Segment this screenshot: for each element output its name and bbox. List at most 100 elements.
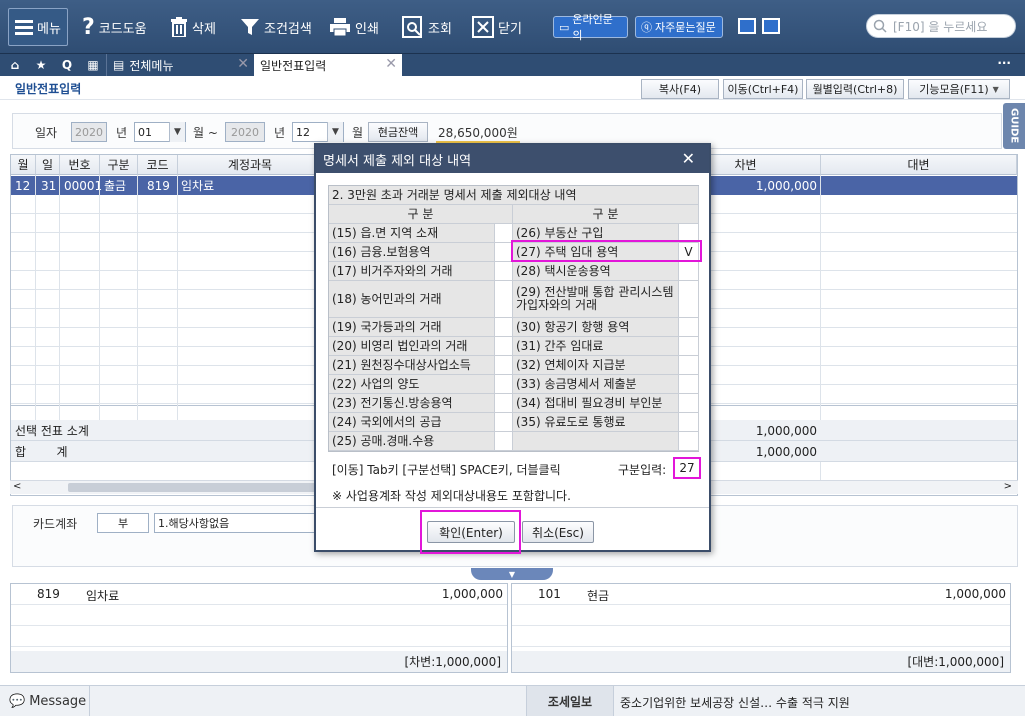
exclusion-item-left[interactable]: (22) 사업의 양도 (329, 375, 495, 394)
exclusion-item-left[interactable]: (17) 비거주자와의 거래 (329, 262, 495, 281)
exclusion-item-right[interactable]: (33) 송금명세서 제출분 (513, 375, 679, 394)
exclusion-check-right[interactable] (679, 394, 699, 413)
exclusion-check-right[interactable] (679, 281, 699, 318)
exclusion-item-right[interactable]: (31) 간주 임대료 (513, 337, 679, 356)
list-item[interactable]: 819 임차료 1,000,000 (11, 584, 507, 605)
quick-search-icon[interactable]: Q (54, 54, 80, 76)
card-account-code[interactable]: 부 (97, 513, 149, 533)
total-debit: 1,000,000 (755, 444, 817, 459)
exclusion-check-left[interactable] (495, 262, 513, 281)
exclusion-item-right[interactable] (513, 432, 679, 451)
scroll-left-icon[interactable]: < (13, 481, 21, 492)
cash-balance-button[interactable]: 현금잔액 (368, 122, 428, 142)
header-credit: 대변 (821, 155, 1017, 175)
cell-month: 12 (15, 178, 31, 193)
layout-toggle-icon[interactable] (738, 18, 756, 34)
tab-journal-entry[interactable]: 일반전표입력 ✕ (254, 54, 402, 76)
exclusion-item-left[interactable]: (21) 원천징수대상사업소득 (329, 356, 495, 375)
exclusion-item-left[interactable]: (24) 국외에서의 공급 (329, 413, 495, 432)
home-icon[interactable]: ⌂ (2, 54, 28, 76)
exclusion-item-left[interactable]: (16) 금융.보험용역 (329, 243, 495, 262)
dialog-hint: [이동] Tab키 [구분선택] SPACE키, 더블클릭 (332, 463, 561, 477)
exclusion-item-left[interactable]: (23) 전기통신.방송용역 (329, 394, 495, 413)
list-item[interactable] (512, 626, 1010, 647)
exclusion-item-right[interactable]: (35) 유료도로 통행료 (513, 413, 679, 432)
chevron-down-icon[interactable]: ▼ (327, 122, 343, 142)
exclusion-check-right[interactable] (679, 413, 699, 432)
exclusion-item-left[interactable]: (18) 농어민과의 거래 (329, 281, 495, 318)
exclusion-check-right[interactable] (679, 356, 699, 375)
cond-search-button[interactable]: 조건검색 (240, 8, 312, 46)
exclusion-item-right[interactable]: (30) 항공기 항행 용역 (513, 318, 679, 337)
monthly-input-button[interactable]: 월별입력(Ctrl+8) (806, 79, 904, 99)
menu-button[interactable]: 메뉴 (8, 8, 68, 46)
dialog-divider (316, 507, 709, 508)
header-no: 번호 (60, 155, 100, 175)
cancel-button[interactable]: 취소(Esc) (522, 521, 594, 543)
move-button[interactable]: 이동(Ctrl+F4) (723, 79, 803, 99)
close-page-button[interactable]: 닫기 (472, 8, 522, 46)
exclusion-check-right[interactable] (679, 318, 699, 337)
exclusion-table: 2. 3만원 초과 거래분 명세서 제출 제외대상 내역 구 분 구 분 (15… (328, 185, 699, 452)
guide-tab[interactable]: GUIDE (1003, 103, 1025, 149)
grid-icon: ▤ (113, 58, 125, 72)
tab-close-icon[interactable]: ✕ (385, 56, 397, 72)
exclusion-check-left[interactable] (495, 375, 513, 394)
chat-icon: 💬 (9, 693, 26, 709)
exclusion-check-left[interactable] (495, 281, 513, 318)
tab-close-icon[interactable]: ✕ (237, 56, 249, 72)
exclusion-item-right[interactable]: (28) 택시운송용역 (513, 262, 679, 281)
online-inquiry-button[interactable]: ▭ 온라인문의 (553, 13, 628, 42)
exclusion-item-left[interactable]: (15) 읍.면 지역 소재 (329, 224, 495, 243)
exclusion-item-right[interactable]: (34) 접대비 필요경비 부인분 (513, 394, 679, 413)
exclusion-check-left[interactable] (495, 394, 513, 413)
tax-news-headline[interactable]: 중소기업위한 보세공장 신설… 수출 적극 지원 (620, 694, 850, 711)
exclusion-item-right[interactable]: (29) 전산발매 통합 관리시스템 가입자와의 거래 (513, 281, 679, 318)
scrollbar-thumb[interactable] (68, 483, 318, 492)
list-item[interactable] (512, 605, 1010, 626)
type-input-field[interactable]: 27 (673, 457, 701, 479)
debit-code: 819 (37, 587, 60, 601)
col-divider (99, 175, 100, 420)
month-from-select[interactable]: 01 ▼ (134, 122, 186, 142)
print-button[interactable]: 인쇄 (329, 8, 379, 46)
scroll-right-icon[interactable]: > (1004, 481, 1012, 492)
search-placeholder: [F10] 을 누르세요 (893, 19, 988, 34)
exclusion-item-right[interactable]: (32) 연체이자 지급분 (513, 356, 679, 375)
expand-panel-toggle[interactable]: ▼ (471, 568, 553, 580)
list-item[interactable] (11, 626, 507, 647)
search-box[interactable]: [F10] 을 누르세요 (866, 14, 1016, 38)
tab-all-menu[interactable]: ▤ 전체메뉴 ✕ (106, 54, 254, 76)
exclusion-check-left[interactable] (495, 356, 513, 375)
exclusion-check-left[interactable] (495, 413, 513, 432)
month-to-select[interactable]: 12 ▼ (292, 122, 344, 142)
cell-account: 임차료 (181, 179, 215, 193)
delete-button[interactable]: 삭제 (170, 8, 216, 46)
close-icon[interactable]: ✕ (682, 149, 695, 168)
exclusion-check-right[interactable] (679, 337, 699, 356)
exclusion-check-right[interactable] (679, 262, 699, 281)
exclusion-item-left[interactable]: (19) 국가등과의 거래 (329, 318, 495, 337)
confirm-button[interactable]: 확인(Enter) (427, 521, 515, 543)
exclusion-check-left[interactable] (495, 337, 513, 356)
exclusion-item-left[interactable]: (20) 비영리 법인과의 거래 (329, 337, 495, 356)
window-toggle-icon[interactable] (762, 18, 780, 34)
faq-button[interactable]: ⓠ 자주묻는질문 (635, 16, 723, 38)
exclusion-item-left[interactable]: (25) 공매.경매.수용 (329, 432, 495, 451)
message-button[interactable]: 💬 Message (0, 686, 90, 716)
exclusion-check-right[interactable] (679, 432, 699, 451)
list-item[interactable]: 101 현금 1,000,000 (512, 584, 1010, 605)
more-tabs-button[interactable]: ··· (997, 56, 1011, 70)
list-item[interactable] (11, 605, 507, 626)
chevron-down-icon[interactable]: ▼ (169, 122, 185, 142)
functions-button[interactable]: 기능모음(F11) ▼ (908, 79, 1010, 99)
inquiry-button[interactable]: 조회 (402, 8, 452, 46)
card-account-value[interactable]: 1.해당사항없음 (154, 513, 319, 533)
exclusion-check-left[interactable] (495, 432, 513, 451)
code-help-button[interactable]: ? 코드도움 (82, 8, 147, 46)
star-icon[interactable]: ★ (28, 54, 54, 76)
exclusion-check-right[interactable] (679, 375, 699, 394)
copy-button[interactable]: 복사(F4) (641, 79, 719, 99)
exclusion-check-left[interactable] (495, 318, 513, 337)
calendar-icon[interactable]: ▦ (80, 54, 106, 76)
